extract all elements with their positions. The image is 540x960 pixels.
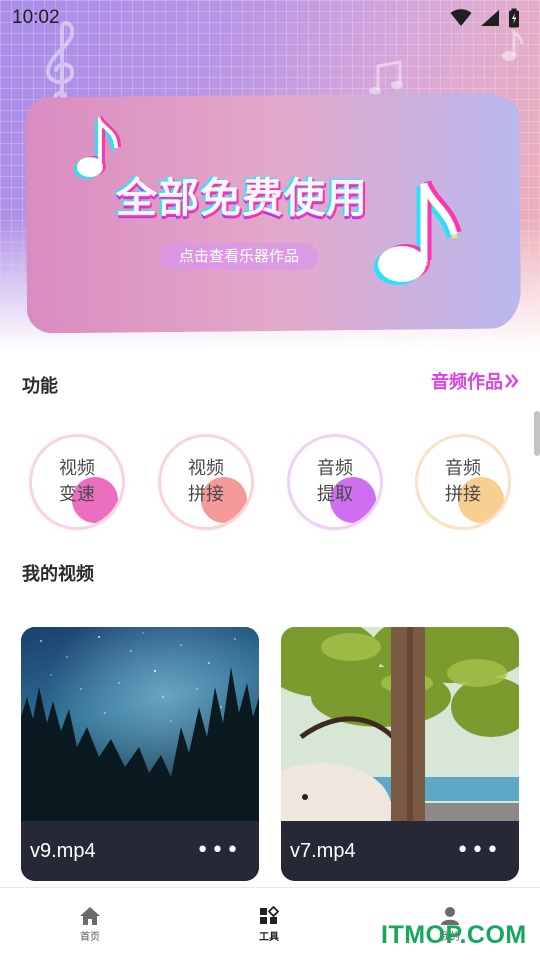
video-card[interactable]: v7.mp4 ••• — [281, 627, 519, 881]
home-icon — [80, 907, 100, 925]
wifi-icon — [450, 9, 472, 26]
scrollbar[interactable] — [534, 411, 540, 456]
feature-list: 视频 变速 视频 拼接 音频 提取 音频 拼接 — [0, 437, 540, 527]
feature-audio-concat[interactable]: 音频 拼接 — [418, 437, 508, 527]
banner[interactable]: 全部免费使用 点击查看乐器作品 — [0, 0, 540, 350]
video-name: v9.mp4 — [30, 839, 96, 862]
audio-works-label: 音频作品 — [431, 372, 503, 393]
double-chevron-right-icon — [505, 374, 519, 388]
video-card-footer: v9.mp4 ••• — [21, 821, 259, 881]
music-note-icon — [374, 180, 462, 285]
status-time: 10:02 — [12, 7, 60, 28]
feature-label: 视频 变速 — [59, 458, 95, 505]
nav-item-tools[interactable]: 工具 — [239, 906, 299, 943]
feature-video-concat[interactable]: 视频 拼接 — [161, 437, 251, 527]
video-thumbnail — [21, 627, 259, 821]
more-dots-icon[interactable]: ••• — [456, 840, 501, 862]
audio-works-link[interactable]: 音频作品 — [431, 368, 519, 394]
video-name: v7.mp4 — [290, 839, 356, 862]
watermark: ITMOP.COM — [381, 921, 527, 949]
feature-audio-extract[interactable]: 音频 提取 — [290, 437, 380, 527]
status-bar: 10:02 — [0, 0, 540, 36]
signal-icon — [481, 10, 499, 26]
banner-title: 全部免费使用 — [116, 174, 368, 222]
feature-label: 音频 拼接 — [445, 458, 481, 505]
tools-icon — [260, 906, 279, 924]
feature-label: 视频 拼接 — [188, 458, 224, 505]
more-dots-icon[interactable]: ••• — [196, 840, 241, 862]
video-thumbnail — [281, 627, 519, 821]
battery-icon — [509, 8, 519, 28]
feature-video-speed[interactable]: 视频 变速 — [32, 437, 122, 527]
features-title: 功能 — [22, 376, 58, 397]
status-icons — [450, 8, 520, 28]
nav-label: 工具 — [259, 932, 279, 943]
nav-item-home[interactable]: 首页 — [60, 906, 120, 943]
my-videos-title: 我的视频 — [22, 564, 94, 585]
video-card[interactable]: v9.mp4 ••• — [21, 627, 259, 881]
banner-subtitle-button[interactable]: 点击查看乐器作品 — [160, 243, 318, 270]
video-card-footer: v7.mp4 ••• — [281, 821, 519, 881]
feature-label: 音频 提取 — [317, 458, 353, 505]
nav-label: 首页 — [80, 932, 100, 943]
